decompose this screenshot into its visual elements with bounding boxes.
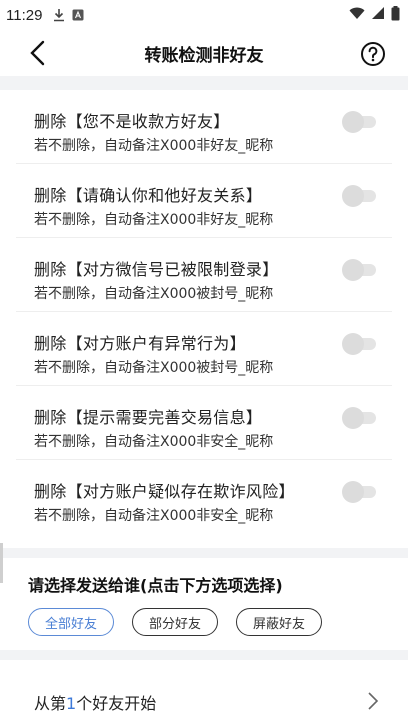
option-subtitle: 若不删除，自动备注X000非安全_昵称 xyxy=(34,508,274,524)
chip-blocked-friends[interactable]: 屏蔽好友 xyxy=(236,608,323,636)
start-index: 1 xyxy=(66,694,77,713)
start-from-label: 从第1个好友开始 xyxy=(34,694,157,713)
option-title: 删除【提示需要完善交易信息】 xyxy=(34,408,263,427)
option-row: 删除【请确认你和他好友关系】 若不删除，自动备注X000非好友_昵称 xyxy=(16,164,392,238)
section-divider xyxy=(0,76,408,90)
option-title: 删除【对方微信号已被限制登录】 xyxy=(34,260,279,279)
status-time: 11:29 xyxy=(6,6,43,24)
option-row: 删除【您不是收款方好友】 若不删除，自动备注X000非好友_昵称 xyxy=(16,90,392,164)
option-subtitle: 若不删除，自动备注X000非好友_昵称 xyxy=(34,212,274,228)
app-notification-icon xyxy=(72,9,84,21)
option-title: 删除【您不是收款方好友】 xyxy=(34,112,230,131)
edge-indicator xyxy=(0,543,3,583)
option-toggle[interactable] xyxy=(342,481,378,503)
title-bar: 转账检测非好友 xyxy=(0,30,408,76)
start-from-row[interactable]: 从第1个好友开始 xyxy=(0,660,408,720)
option-row: 删除【对方微信号已被限制登录】 若不删除，自动备注X000被封号_昵称 xyxy=(16,238,392,312)
option-subtitle: 若不删除，自动备注X000被封号_昵称 xyxy=(34,360,274,376)
option-subtitle: 若不删除，自动备注X000非安全_昵称 xyxy=(34,434,274,450)
option-toggle[interactable] xyxy=(342,111,378,133)
signal-icon xyxy=(371,6,385,24)
page-title: 转账检测非好友 xyxy=(144,45,264,66)
back-button[interactable] xyxy=(26,40,50,66)
option-toggle[interactable] xyxy=(342,259,378,281)
wifi-icon xyxy=(349,6,365,24)
option-subtitle: 若不删除，自动备注X000非好友_昵称 xyxy=(34,138,274,154)
send-target-chips: 全部好友 部分好友 屏蔽好友 xyxy=(28,608,408,636)
send-target-title: 请选择发送给谁(点击下方选项选择) xyxy=(28,576,283,595)
download-icon xyxy=(52,8,66,22)
send-target-section: 请选择发送给谁(点击下方选项选择) 全部好友 部分好友 屏蔽好友 xyxy=(0,558,408,650)
chip-all-friends[interactable]: 全部好友 xyxy=(28,608,115,636)
option-subtitle: 若不删除，自动备注X000被封号_昵称 xyxy=(34,286,274,302)
options-list: 删除【您不是收款方好友】 若不删除，自动备注X000非好友_昵称 删除【请确认你… xyxy=(0,90,408,540)
option-toggle[interactable] xyxy=(342,333,378,355)
option-title: 删除【请确认你和他好友关系】 xyxy=(34,186,263,205)
chip-some-friends[interactable]: 部分好友 xyxy=(132,608,219,636)
option-title: 删除【对方账户有异常行为】 xyxy=(34,334,246,353)
status-bar: 11:29 xyxy=(0,0,408,30)
option-row: 删除【对方账户有异常行为】 若不删除，自动备注X000被封号_昵称 xyxy=(16,312,392,386)
help-button[interactable] xyxy=(360,41,386,67)
back-arrow-icon xyxy=(30,40,45,66)
section-divider xyxy=(0,548,408,558)
battery-icon xyxy=(391,5,400,25)
option-toggle[interactable] xyxy=(342,185,378,207)
section-divider xyxy=(0,650,408,660)
question-icon xyxy=(361,42,385,66)
option-toggle[interactable] xyxy=(342,407,378,429)
option-title: 删除【对方账户疑似存在欺诈风险】 xyxy=(34,482,295,501)
option-row: 删除【对方账户疑似存在欺诈风险】 若不删除，自动备注X000非安全_昵称 xyxy=(16,460,392,534)
option-row: 删除【提示需要完善交易信息】 若不删除，自动备注X000非安全_昵称 xyxy=(16,386,392,460)
chevron-right-icon xyxy=(368,692,379,710)
